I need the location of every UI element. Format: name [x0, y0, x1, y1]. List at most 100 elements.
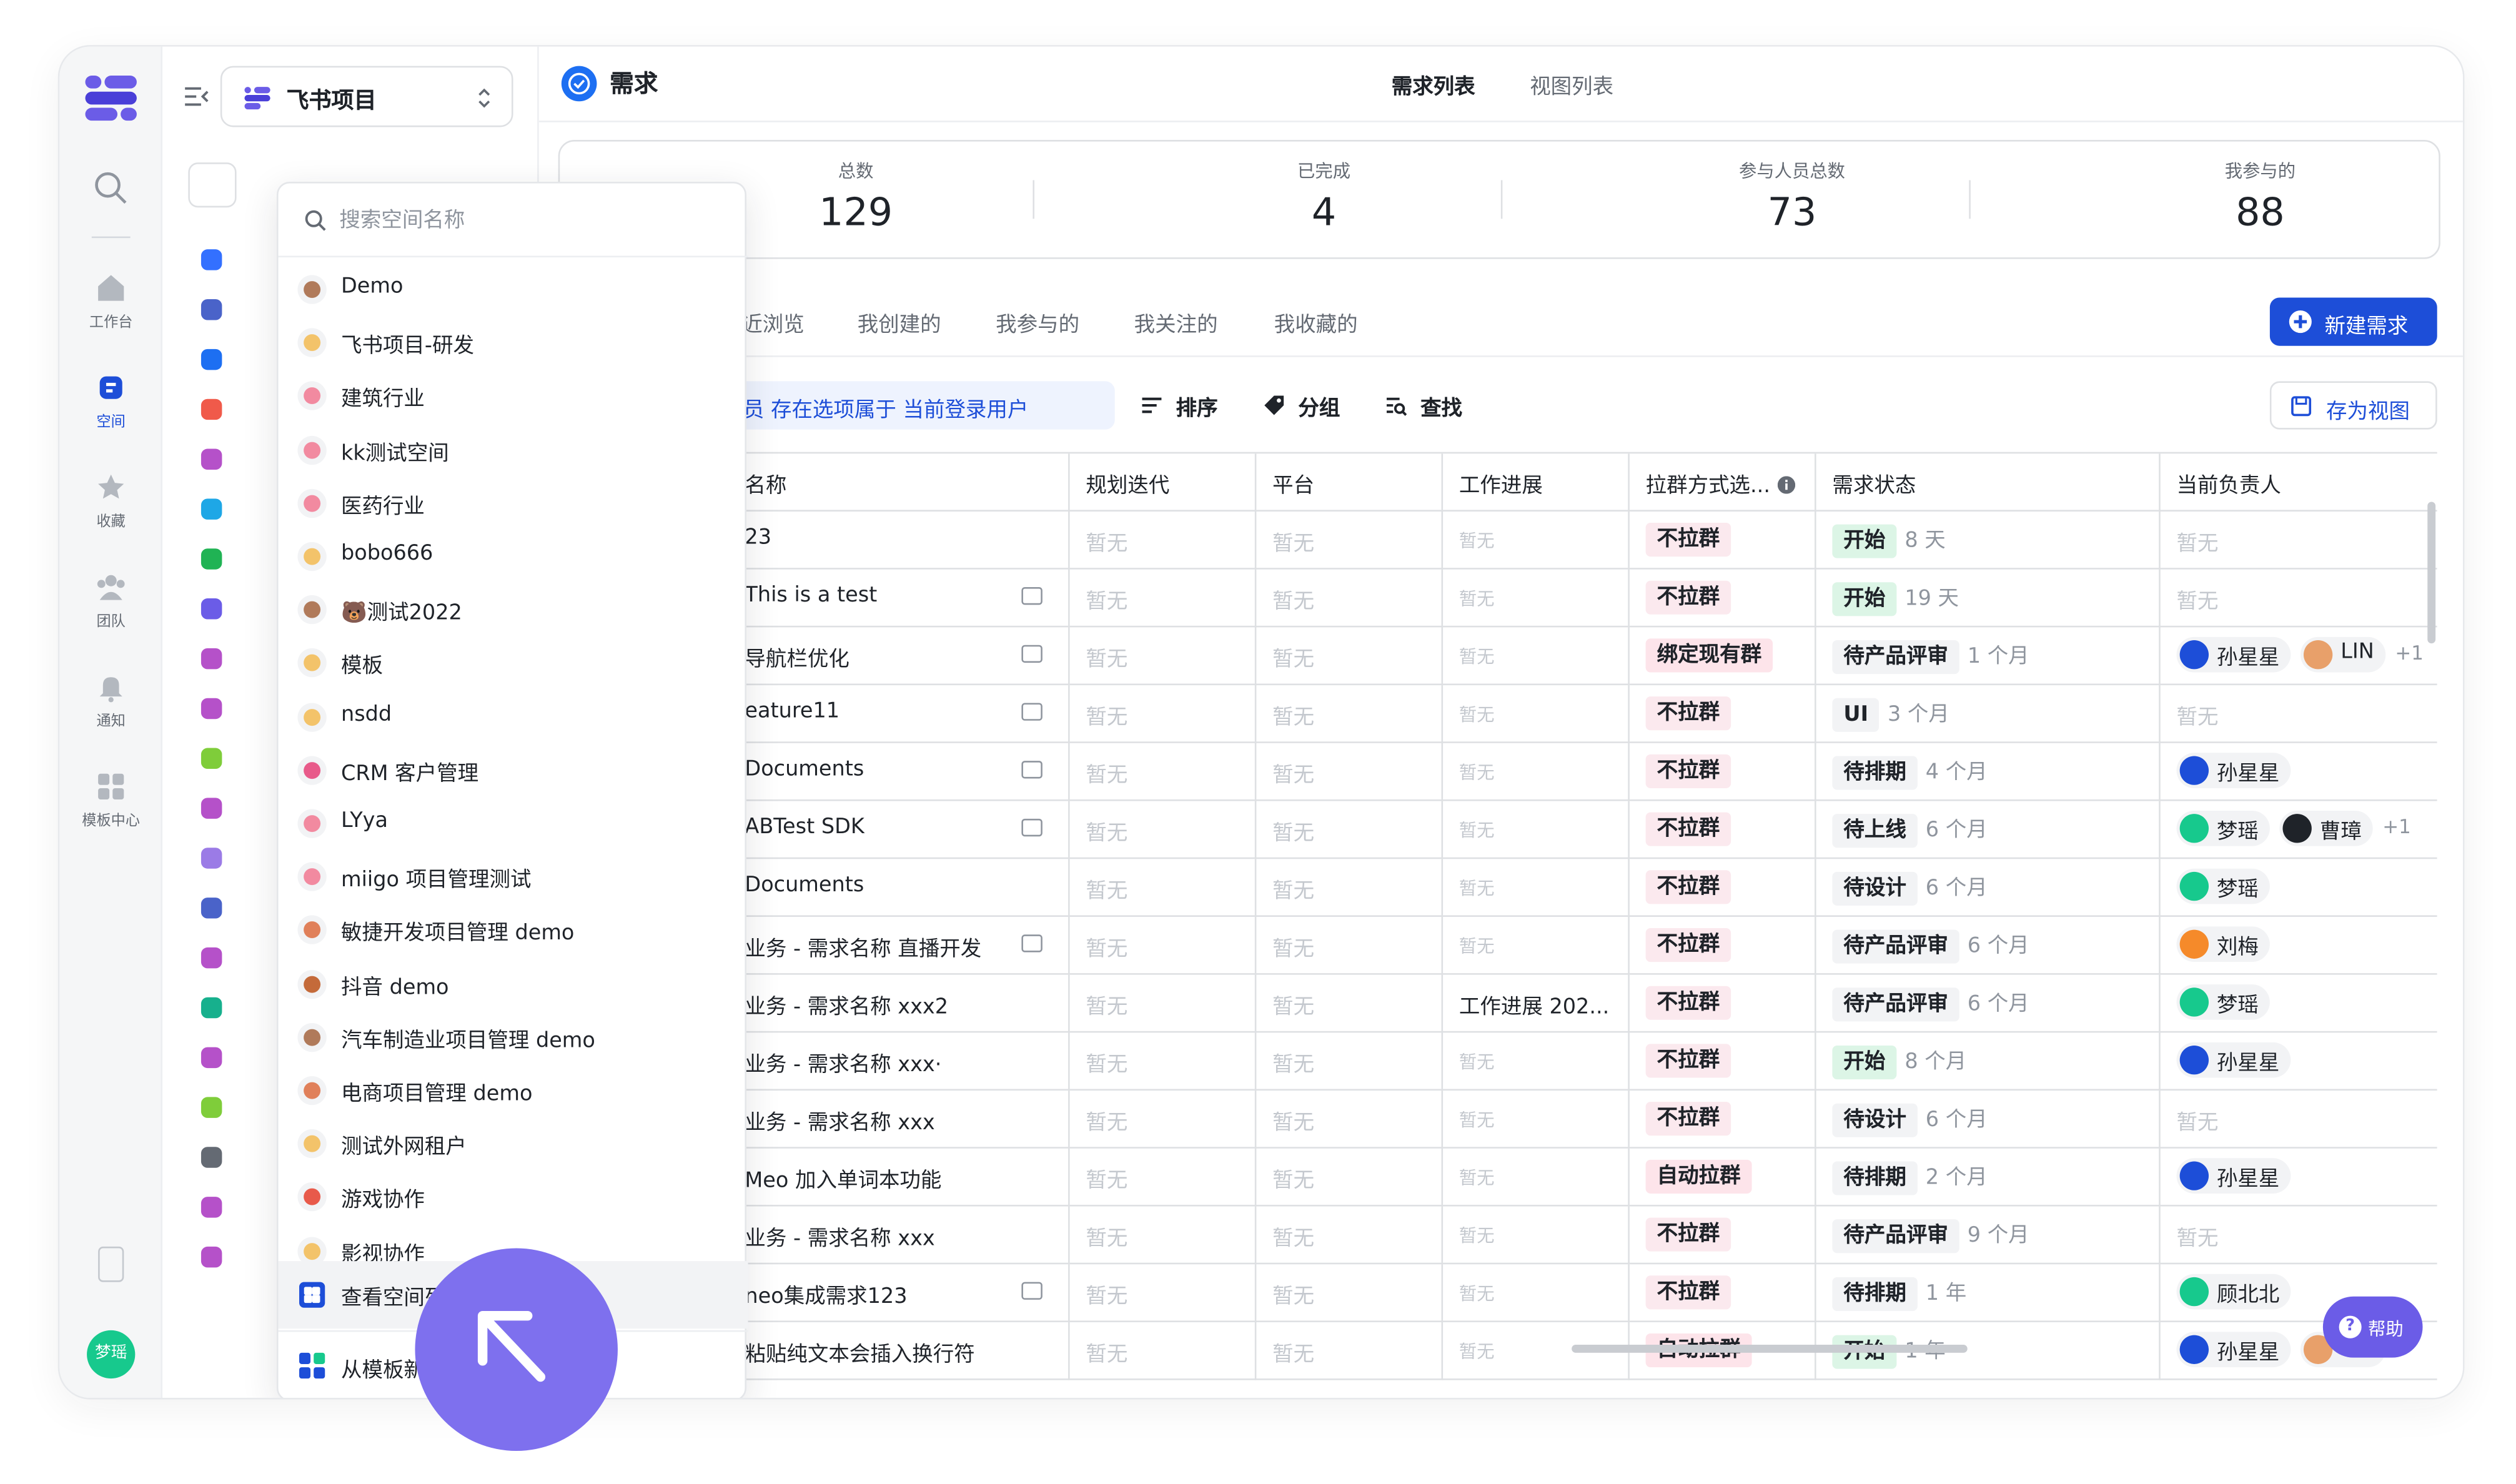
space-item[interactable]: 电商项目管理 demo: [279, 1065, 748, 1116]
cell-platform[interactable]: 暂无: [1256, 1032, 1444, 1091]
cell-owner[interactable]: 孙星星: [2161, 743, 2437, 801]
table-row[interactable]: Documents 暂无 暂无 暂无 不拉群 待设计 6 个月 梦瑶: [538, 859, 2437, 917]
cell-progress[interactable]: 工作进展 202...: [1443, 974, 1630, 1033]
cell-progress[interactable]: 暂无: [1443, 1032, 1630, 1091]
cell-status[interactable]: 待排期 4 个月: [1816, 743, 2161, 801]
owner-chip[interactable]: 顾北北: [2176, 1274, 2291, 1310]
col-header-iteration[interactable]: 规划迭代: [1070, 453, 1257, 512]
cell-progress[interactable]: 暂无: [1443, 1264, 1630, 1322]
cell-status[interactable]: 待上线 6 个月: [1816, 801, 2161, 859]
cell-group-method[interactable]: 不拉群: [1630, 1206, 1816, 1265]
comment-icon[interactable]: [1021, 645, 1043, 663]
cell-iteration[interactable]: 暂无: [1070, 1206, 1257, 1265]
cell-progress[interactable]: 暂无: [1443, 1206, 1630, 1265]
cell-platform[interactable]: 暂无: [1256, 801, 1444, 859]
table-row[interactable]: 业务 - 需求名称 xxx 暂无 暂无 暂无 不拉群 待产品评审 9 个月 暂无: [538, 1206, 2437, 1265]
filter-tab-recent[interactable]: 近浏览: [741, 307, 804, 338]
table-row[interactable]: eature11 暂无 暂无 暂无 不拉群 UI 3 个月 暂无: [538, 685, 2437, 743]
cell-owner[interactable]: 孙星星: [2161, 1032, 2437, 1091]
cell-group-method[interactable]: 不拉群: [1630, 801, 1816, 859]
cell-status[interactable]: 待产品评审 6 个月: [1816, 974, 2161, 1033]
cell-group-method[interactable]: 不拉群: [1630, 859, 1816, 917]
col-header-owner[interactable]: 当前负责人: [2161, 453, 2437, 512]
comment-icon[interactable]: [1021, 934, 1043, 952]
space-item[interactable]: kk测试空间: [279, 424, 748, 475]
cell-group-method[interactable]: 绑定现有群: [1630, 627, 1816, 686]
cell-status[interactable]: 开始 8 个月: [1816, 1032, 2161, 1091]
cell-group-method[interactable]: 不拉群: [1630, 569, 1816, 628]
comment-icon[interactable]: [1021, 587, 1043, 605]
cell-platform[interactable]: 暂无: [1256, 627, 1444, 686]
space-item[interactable]: 医药行业: [279, 477, 748, 528]
space-item[interactable]: CRM 客户管理: [279, 744, 748, 796]
table-row[interactable]: This is a test 暂无 暂无 暂无 不拉群 开始 19 天暂无: [538, 569, 2437, 628]
cell-progress[interactable]: 暂无: [1443, 1148, 1630, 1207]
rail-item-notify[interactable]: 通知: [59, 671, 162, 730]
cell-progress[interactable]: 暂无: [1443, 801, 1630, 859]
space-item[interactable]: Demo: [279, 264, 748, 315]
cell-iteration[interactable]: 暂无: [1070, 1322, 1257, 1380]
cell-iteration[interactable]: 暂无: [1070, 1091, 1257, 1149]
cell-owner[interactable]: 梦瑶: [2161, 975, 2437, 1033]
filter-tab-following[interactable]: 我关注的: [1134, 307, 1218, 338]
filter-tab-favorited[interactable]: 我收藏的: [1274, 307, 1358, 338]
cell-status[interactable]: UI 3 个月: [1816, 685, 2161, 743]
cell-platform[interactable]: 暂无: [1256, 1322, 1444, 1380]
panel-search-box[interactable]: [188, 162, 237, 208]
table-row[interactable]: Documents 暂无 暂无 暂无 不拉群 待排期 4 个月 孙星星: [538, 743, 2437, 801]
cell-iteration[interactable]: 暂无: [1070, 1148, 1257, 1207]
rail-item-workbench[interactable]: 工作台: [59, 272, 162, 332]
filter-tab-participated[interactable]: 我参与的: [996, 307, 1079, 338]
rail-item-team[interactable]: 团队: [59, 571, 162, 631]
table-row[interactable]: Meo 加入单词本功能 暂无 暂无 暂无 自动拉群 待排期 2 个月 孙星星: [538, 1148, 2437, 1207]
cell-platform[interactable]: 暂无: [1256, 1264, 1444, 1322]
filter-tab-created[interactable]: 我创建的: [858, 307, 941, 338]
col-header-platform[interactable]: 平台: [1256, 453, 1444, 512]
cell-progress[interactable]: 暂无: [1443, 569, 1630, 628]
cell-status[interactable]: 待设计 6 个月: [1816, 1091, 2161, 1149]
cell-iteration[interactable]: 暂无: [1070, 974, 1257, 1033]
table-row[interactable]: 业务 - 需求名称 xxx2 暂无 暂无 工作进展 202... 不拉群 待产品评审 6 个…: [538, 974, 2437, 1033]
cell-progress[interactable]: 暂无: [1443, 511, 1630, 570]
cell-status[interactable]: 待产品评审 6 个月: [1816, 916, 2161, 975]
cell-status[interactable]: 待产品评审 1 个月: [1816, 627, 2161, 686]
cell-owner[interactable]: 暂无: [2161, 1091, 2437, 1149]
space-item[interactable]: 🐻测试2022: [279, 584, 748, 635]
cell-platform[interactable]: 暂无: [1256, 859, 1444, 917]
cell-owner[interactable]: 暂无: [2161, 685, 2437, 743]
owner-chip[interactable]: LIN: [2300, 636, 2385, 673]
cell-group-method[interactable]: 不拉群: [1630, 511, 1816, 570]
more-owners[interactable]: +1: [2382, 816, 2411, 838]
cell-iteration[interactable]: 暂无: [1070, 916, 1257, 975]
cell-progress[interactable]: 暂无: [1443, 1091, 1630, 1149]
save-view-button[interactable]: 存为视图: [2269, 381, 2437, 430]
cell-platform[interactable]: 暂无: [1256, 916, 1444, 975]
cell-status[interactable]: 待产品评审 9 个月: [1816, 1206, 2161, 1265]
cell-platform[interactable]: 暂无: [1256, 1206, 1444, 1265]
collapse-sidebar-icon[interactable]: [182, 82, 210, 111]
cell-iteration[interactable]: 暂无: [1070, 1264, 1257, 1322]
more-owners[interactable]: +1: [2395, 642, 2424, 665]
cell-owner[interactable]: 刘梅: [2161, 917, 2437, 975]
owner-chip[interactable]: 刘梅: [2176, 926, 2270, 962]
table-row[interactable]: 23 暂无 暂无 暂无 不拉群 开始 8 天暂无: [538, 511, 2437, 570]
col-header-group-method[interactable]: 拉群方式选...: [1630, 453, 1816, 512]
space-search-input[interactable]: [339, 204, 726, 237]
table-row[interactable]: 业务 - 需求名称 直播开发 暂无 暂无 暂无 不拉群 待产品评审 6 个月 刘梅: [538, 916, 2437, 975]
owner-chip[interactable]: 曹璋: [2279, 811, 2373, 846]
space-item[interactable]: 飞书项目-研发: [279, 317, 748, 369]
tab-view-list[interactable]: 视图列表: [1530, 69, 1613, 100]
table-row[interactable]: 粘贴纯文本会插入换行符暂无暂无暂无自动拉群开始1 年孙星星LIN: [538, 1322, 2437, 1380]
space-item[interactable]: miigo 项目管理测试: [279, 851, 748, 903]
space-item[interactable]: nsdd: [279, 691, 748, 742]
space-item[interactable]: 建筑行业: [279, 370, 748, 422]
cell-owner[interactable]: 暂无: [2161, 512, 2437, 570]
help-button[interactable]: ? 帮助: [2322, 1296, 2423, 1358]
comment-icon[interactable]: [1021, 818, 1043, 837]
cell-owner[interactable]: 孙星星 LIN +1: [2161, 627, 2437, 685]
cell-iteration[interactable]: 暂无: [1070, 743, 1257, 801]
cell-iteration[interactable]: 暂无: [1070, 627, 1257, 686]
cell-progress[interactable]: 暂无: [1443, 685, 1630, 743]
cell-status[interactable]: 待设计 6 个月: [1816, 859, 2161, 917]
col-header-progress[interactable]: 工作进展: [1443, 453, 1630, 512]
